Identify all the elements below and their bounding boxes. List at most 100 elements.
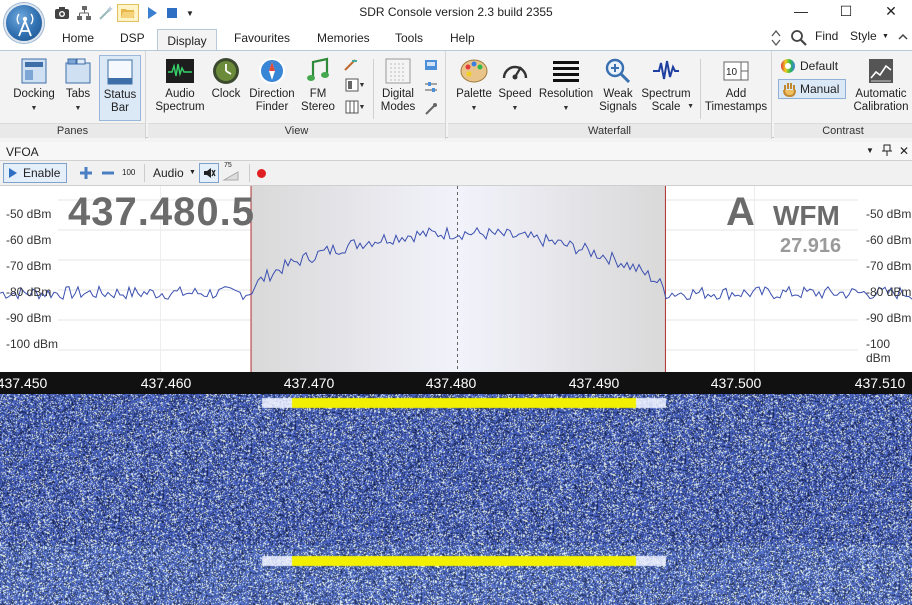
tab-memories[interactable]: Memories <box>317 31 370 45</box>
audio-menu[interactable]: Audio <box>153 166 184 180</box>
find-button[interactable]: Find <box>815 29 838 43</box>
tab-favourites[interactable]: Favourites <box>234 31 290 45</box>
direction-finder-button[interactable]: Direction Finder <box>246 57 298 114</box>
digital-modes-label: Digital Modes <box>380 88 416 113</box>
view-group: Audio Spectrum Clock Direction Finder FM… <box>148 51 446 139</box>
tabs-button[interactable]: Tabs ▼ <box>62 57 94 115</box>
resolution-icon <box>552 57 580 85</box>
columns-dropdown-icon[interactable]: ▼ <box>342 99 368 115</box>
freq-tick-label: 437.480 <box>425 375 477 391</box>
spectrum-scale-button[interactable]: Spectrum Scale ▼ <box>640 57 694 114</box>
digital-modes-icon <box>384 57 412 85</box>
clock-label: Clock <box>211 88 241 100</box>
palette-label: Palette <box>456 88 492 100</box>
collapse-ribbon-icon[interactable] <box>896 30 910 47</box>
spectrum-wave-icon <box>652 57 680 85</box>
maximize-button[interactable]: ☐ <box>823 0 869 22</box>
stop-icon[interactable] <box>164 4 180 22</box>
enable-button[interactable]: Enable <box>3 163 67 183</box>
pane-menu-icon[interactable]: ▼ <box>866 146 874 155</box>
volume-slider[interactable]: 75 <box>222 162 240 182</box>
enable-label: Enable <box>23 166 61 180</box>
pane-close-icon[interactable]: ✕ <box>899 144 909 158</box>
tab-home[interactable]: Home <box>62 31 94 45</box>
style-menu[interactable]: Style <box>850 29 877 43</box>
docking-label: Docking <box>13 88 55 100</box>
palette-icon <box>460 57 488 85</box>
audio-spectrum-icon <box>166 57 194 85</box>
magnifier-plus-icon <box>604 57 632 85</box>
digital-modes-button[interactable]: Digital Modes <box>378 57 418 114</box>
close-button[interactable]: ✕ <box>868 0 912 22</box>
freq-tick-label: 437.490 <box>568 375 620 391</box>
contrast-group: Default Manual Automatic Calibration Con… <box>774 51 912 139</box>
weak-signals-button[interactable]: Weak Signals <box>596 57 640 114</box>
step-down-icon[interactable] <box>100 165 116 184</box>
style-dropdown-icon[interactable]: ▼ <box>882 33 889 40</box>
dbm-label-left: -90 dBm <box>6 311 52 325</box>
svg-text:10: 10 <box>726 67 738 78</box>
audio-spectrum-button[interactable]: Audio Spectrum <box>152 57 208 114</box>
layout-dropdown-icon[interactable]: ▼ <box>342 77 368 93</box>
open-folder-icon[interactable] <box>117 4 139 22</box>
tab-dsp[interactable]: DSP <box>120 31 145 45</box>
waterfall-display[interactable] <box>0 394 912 605</box>
pen-icon[interactable] <box>342 57 360 73</box>
add-timestamps-button[interactable]: 10 Add Timestamps <box>704 57 768 114</box>
dbm-label-right: -80 dBm <box>866 285 912 299</box>
manual-contrast-button[interactable]: Manual <box>778 79 846 99</box>
tab-tools[interactable]: Tools <box>395 31 423 45</box>
palette-button[interactable]: Palette ▼ <box>452 57 496 115</box>
timestamp-spinner-icon: 10 <box>722 57 750 85</box>
default-contrast-button[interactable]: Default <box>780 57 838 75</box>
status-bar-label: Status Bar <box>103 89 137 114</box>
status-bar-icon <box>106 58 134 86</box>
search-icon[interactable] <box>790 29 808 50</box>
scroll-updown-icon[interactable] <box>770 29 782 50</box>
speaker-muted-icon <box>204 168 216 178</box>
default-contrast-label: Default <box>800 59 839 73</box>
fm-stereo-label: FM Stereo <box>301 88 335 113</box>
resolution-button[interactable]: Resolution ▼ <box>536 57 596 115</box>
vfo-title: VFOA <box>6 145 39 159</box>
step-value[interactable]: 100 <box>122 168 135 177</box>
play-icon[interactable] <box>144 4 160 22</box>
pin-icon[interactable] <box>882 144 892 159</box>
sliders-small-icon[interactable] <box>422 79 440 95</box>
wand-icon[interactable] <box>97 4 115 22</box>
step-up-icon[interactable] <box>78 165 94 184</box>
display-small-icon[interactable] <box>422 57 440 73</box>
waterfall-canvas <box>0 394 912 605</box>
spectrum-display[interactable]: -50 dBm -60 dBm -70 dBm -80 dBm -90 dBm … <box>0 186 912 372</box>
record-button[interactable] <box>257 169 266 178</box>
frequency-display[interactable]: 437.480.5 <box>68 190 255 235</box>
automatic-calibration-button[interactable]: Automatic Calibration <box>850 57 912 114</box>
audio-dropdown-icon[interactable]: ▼ <box>189 169 196 176</box>
tab-display[interactable]: Display <box>157 29 217 51</box>
freq-tick-label: 437.510 <box>854 375 906 391</box>
customize-toolbar-icon[interactable]: ▼ <box>184 4 196 22</box>
tabs-icon <box>64 57 92 85</box>
antenna-icon <box>16 13 34 37</box>
fm-stereo-button[interactable]: FM Stereo <box>298 57 338 114</box>
direction-finder-label: Direction Finder <box>249 88 295 113</box>
network-icon[interactable] <box>75 4 93 22</box>
speedometer-icon <box>501 57 529 85</box>
mode-label[interactable]: WFM <box>773 200 840 232</box>
waterfall-group: Palette ▼ Speed ▼ Resolution ▼ Weak Signals <box>448 51 772 139</box>
speed-button[interactable]: Speed ▼ <box>496 57 534 115</box>
mute-button[interactable] <box>199 163 219 183</box>
docking-button[interactable]: Docking ▼ <box>8 57 60 115</box>
clock-button[interactable]: Clock <box>208 57 244 101</box>
minimize-button[interactable]: — <box>778 0 824 22</box>
app-logo[interactable] <box>4 3 44 43</box>
tab-help[interactable]: Help <box>450 31 475 45</box>
filter-passband[interactable] <box>251 186 666 372</box>
status-bar-button[interactable]: Status Bar <box>99 55 141 121</box>
add-timestamps-label: Add Timestamps <box>704 88 768 113</box>
separator <box>144 164 145 182</box>
calibration-icon <box>867 57 895 85</box>
frequency-scale[interactable]: 437.450 437.460 437.470 437.480 437.490 … <box>0 372 912 394</box>
camera-icon[interactable] <box>53 4 71 22</box>
tool-small-icon[interactable] <box>422 101 440 117</box>
